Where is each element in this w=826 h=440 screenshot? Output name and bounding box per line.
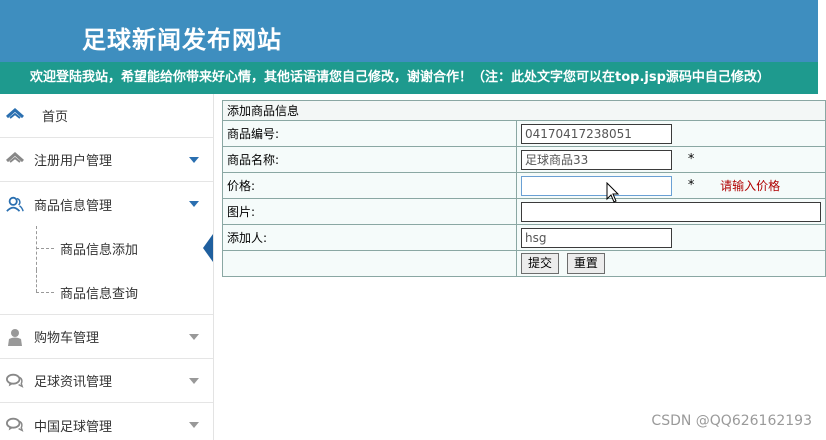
home-icon [6,107,24,125]
adder-field[interactable]: hsg [521,227,672,248]
active-pointer-icon [203,234,213,262]
image-field[interactable] [521,201,821,222]
chevron-down-icon [189,422,199,428]
welcome-marquee: 欢迎登陆我站，希望能给你带来好心情，其他话语请您自己修改，谢谢合作！（注：此处文… [0,62,818,94]
sidebar-item-label: 足球资讯管理 [34,375,113,390]
price-error-message: 请输入价格 [720,179,781,193]
users-icon [6,195,24,213]
submenu-products: 商品信息添加 商品信息查询 [0,226,213,315]
watermark: CSDN @QQ626162193 [651,413,812,429]
sidebar-item-china-football[interactable]: 中国足球管理 [0,403,213,440]
sidebar-subitem-product-query[interactable]: 商品信息查询 [0,270,213,314]
sidebar-item-users[interactable]: 注册用户管理 [0,138,213,182]
chat-icon [6,372,24,390]
product-id-label: 商品编号: [222,120,517,147]
empty-cell [222,250,517,277]
reset-button[interactable]: 重置 [566,253,605,274]
submit-button[interactable]: 提交 [521,253,560,274]
user-icon [6,328,24,346]
chat-icon [6,416,24,434]
buttons-cell: 提交 重置 [516,250,826,277]
price-cell: * 请输入价格 [516,172,826,199]
product-name-label: 商品名称: [222,146,517,173]
product-name-cell: 足球商品33 * [516,146,826,173]
chevron-down-icon [189,378,199,384]
sidebar-subitem-product-add[interactable]: 商品信息添加 [0,226,213,270]
tree-branch [36,248,54,249]
product-id-field[interactable]: 04170417238051 [521,123,672,144]
sidebar-item-label: 中国足球管理 [34,419,113,435]
sidebar-item-label: 注册用户管理 [34,154,113,169]
chevron-down-icon [189,157,199,163]
sidebar: 首页 注册用户管理 商品信息管理 商品信息添加 商品信息查询 购物车管理 足球资… [0,94,214,440]
tree-branch [36,292,54,293]
product-name-field[interactable]: 足球商品33 [521,149,672,170]
sidebar-item-news[interactable]: 足球资讯管理 [0,359,213,403]
sidebar-item-label: 首页 [42,110,69,125]
required-mark: * [687,178,695,193]
chevron-down-icon [189,334,199,340]
sidebar-item-label: 购物车管理 [34,331,100,346]
sidebar-item-home[interactable]: 首页 [0,94,213,138]
sidebar-item-cart[interactable]: 购物车管理 [0,315,213,359]
adder-cell: hsg [516,224,826,251]
add-product-form: 添加商品信息 商品编号: 04170417238051 商品名称: 足球商品33… [222,100,826,277]
adder-label: 添加人: [222,224,517,251]
price-label: 价格: [222,172,517,199]
site-header: 足球新闻发布网站 [0,0,818,62]
price-field[interactable] [521,175,672,196]
product-id-cell: 04170417238051 [516,120,826,147]
sidebar-item-label: 商品信息管理 [34,198,113,214]
form-title: 添加商品信息 [222,100,826,121]
required-mark: * [687,152,695,167]
sidebar-subitem-label: 商品信息查询 [60,286,139,302]
mouse-cursor-icon [606,181,620,208]
sidebar-item-products[interactable]: 商品信息管理 [0,182,213,226]
image-label: 图片: [222,198,517,225]
sidebar-subitem-label: 商品信息添加 [60,242,139,258]
page: 足球新闻发布网站 欢迎登陆我站，希望能给你带来好心情，其他话语请您自己修改，谢谢… [0,0,826,440]
site-title: 足球新闻发布网站 [82,26,282,54]
image-cell [516,198,826,225]
chevron-down-icon [189,201,199,207]
tree-line [36,270,37,292]
home-icon [6,151,24,169]
main-content: 添加商品信息 商品编号: 04170417238051 商品名称: 足球商品33… [222,100,826,277]
